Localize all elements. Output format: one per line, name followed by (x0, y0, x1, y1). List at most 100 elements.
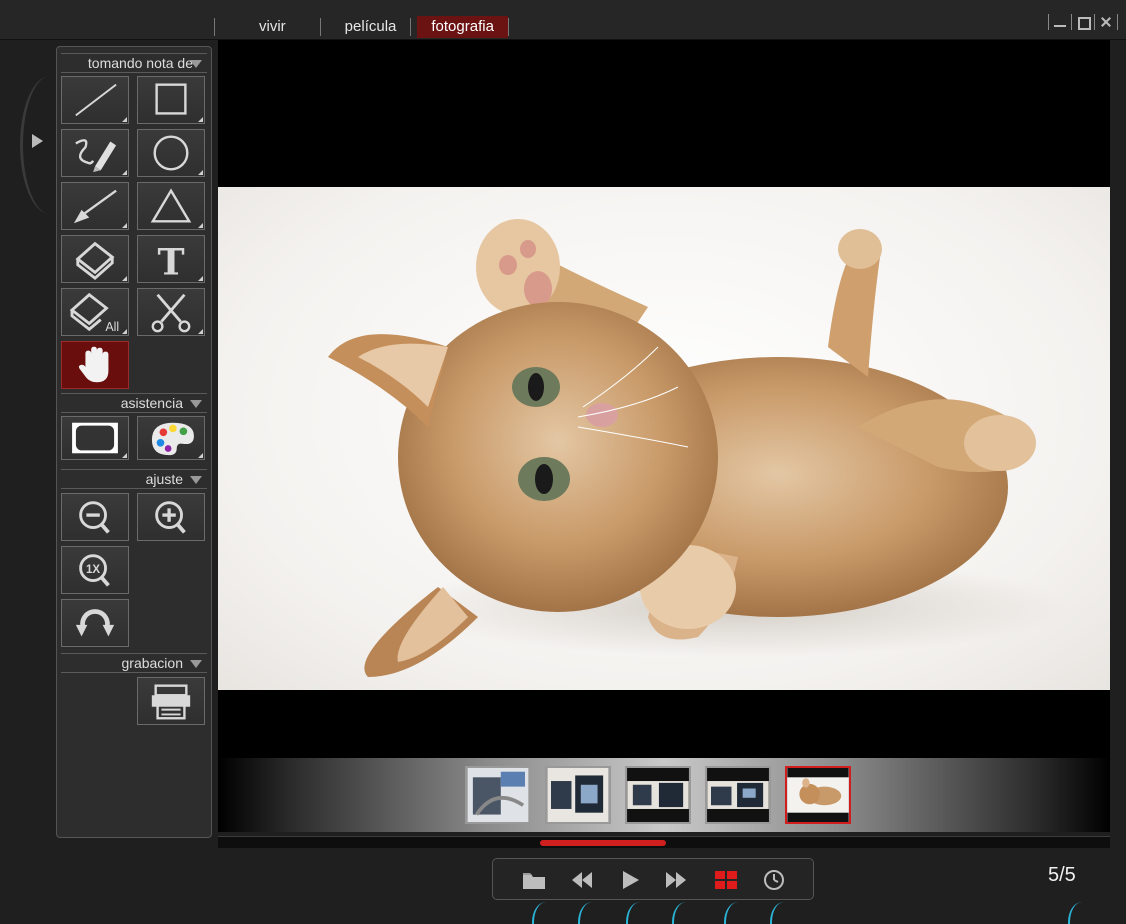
window-control-separator (1048, 14, 1049, 30)
clock-icon (764, 870, 784, 890)
line-icon (75, 83, 117, 117)
maximize-icon[interactable] (1076, 14, 1091, 30)
chevron-down-icon (190, 60, 202, 68)
freehand-tool-button[interactable] (61, 129, 129, 177)
kitten-photo (328, 219, 1068, 677)
thumbnail-photo-1[interactable] (465, 766, 531, 824)
callout-line (1068, 902, 1082, 924)
next-button[interactable] (663, 869, 689, 891)
text-icon: T (157, 240, 184, 282)
play-button[interactable] (617, 869, 643, 891)
rectangle-icon (155, 83, 187, 115)
eraser-all-icon: All (69, 292, 119, 334)
thumbnail-image (787, 768, 849, 822)
section-label: grabacion (121, 655, 184, 671)
rotate-button[interactable] (61, 599, 129, 647)
thumbnail-image (467, 768, 529, 822)
circle-icon (153, 135, 189, 171)
eraser-all-tool-button[interactable]: All (61, 288, 129, 336)
chevron-down-icon (190, 660, 202, 668)
text-tool-button[interactable]: T (137, 235, 205, 283)
photo-viewer[interactable] (218, 40, 1110, 758)
callout-line (626, 902, 640, 924)
palette-icon (151, 422, 194, 456)
arrow-tool-button[interactable] (61, 182, 129, 230)
section-header-assistance[interactable]: asistencia (61, 393, 207, 413)
main-photo (218, 187, 1110, 690)
thumbnail-image (627, 768, 689, 822)
chevron-down-icon (190, 476, 202, 484)
triangle-icon (150, 188, 192, 223)
pencil-icon (75, 139, 117, 173)
thumbnail-photo-3[interactable] (625, 766, 691, 824)
folder-icon (523, 873, 545, 889)
triangle-tool-button[interactable] (137, 182, 205, 230)
hand-icon (78, 346, 109, 383)
print-button[interactable] (137, 677, 205, 725)
open-folder-button[interactable] (521, 869, 547, 891)
ellipse-tool-button[interactable] (137, 129, 205, 177)
spotlight-icon (72, 422, 118, 454)
fast-forward-icon (666, 872, 686, 888)
section-label: tomando nota de (87, 55, 193, 71)
eraser-icon (75, 241, 115, 281)
zoom-in-button[interactable] (137, 493, 205, 541)
tab-separator (410, 18, 412, 36)
spotlight-tool-button[interactable] (61, 416, 129, 460)
tab-vivir[interactable]: vivir (215, 16, 320, 38)
thumbnail-image (547, 768, 609, 822)
printer-icon (151, 684, 191, 720)
tab-separator (507, 18, 509, 36)
color-palette-button[interactable] (137, 416, 205, 460)
chevron-down-icon (190, 400, 202, 408)
window-control-separator (1071, 14, 1072, 30)
line-tool-button[interactable] (61, 76, 129, 124)
window-control-separator (1117, 14, 1118, 30)
rotate-icon (75, 609, 115, 637)
zoom-1x-icon: 1X (79, 554, 110, 587)
callout-line (770, 902, 784, 924)
svg-text:T: T (157, 240, 184, 282)
thumbnail-photo-2[interactable] (545, 766, 611, 824)
photo-counter: 5/5 (1048, 864, 1076, 886)
section-header-annotation[interactable]: tomando nota de (61, 53, 207, 73)
thumbnail-strip (218, 758, 1110, 832)
callout-line (724, 902, 738, 924)
section-label: asistencia (120, 395, 183, 411)
section-header-adjust[interactable]: ajuste (61, 469, 207, 489)
previous-button[interactable] (569, 869, 595, 891)
timer-button[interactable] (761, 869, 787, 891)
zoom-actual-size-button[interactable]: 1X (61, 546, 129, 594)
svg-text:All: All (105, 320, 119, 334)
callout-line (532, 902, 546, 924)
mode-tabs: vivir película fotografia (214, 16, 509, 38)
tool-panel: tomando nota de T All asistencia ajuste … (56, 46, 212, 838)
eraser-tool-button[interactable] (61, 235, 129, 283)
close-icon[interactable] (1099, 14, 1113, 30)
zoom-out-icon (79, 501, 110, 534)
svg-text:1X: 1X (86, 564, 100, 576)
cut-tool-button[interactable] (137, 288, 205, 336)
hand-tool-button[interactable] (61, 341, 129, 389)
minimize-icon[interactable] (1053, 14, 1067, 30)
thumbnail-list (465, 766, 851, 824)
rewind-icon (572, 872, 592, 888)
section-header-recording[interactable]: grabacion (61, 653, 207, 673)
thumbnail-photo-5[interactable] (785, 766, 851, 824)
thumbnail-scrollbar[interactable] (218, 836, 1110, 848)
scrollbar-thumb[interactable] (540, 840, 666, 846)
thumbnail-photo-4[interactable] (705, 766, 771, 824)
window-control-separator (1094, 14, 1095, 30)
tab-fotografia[interactable]: fotografia (417, 16, 508, 38)
playback-controls (492, 858, 814, 900)
grid-view-button[interactable] (713, 869, 739, 891)
zoom-out-button[interactable] (61, 493, 129, 541)
expand-panel-arrow-icon[interactable] (32, 134, 43, 148)
title-bar: vivir película fotografia (0, 0, 1126, 40)
zoom-in-icon (155, 501, 186, 534)
play-icon (623, 871, 639, 889)
arrow-icon (73, 189, 117, 224)
rectangle-tool-button[interactable] (137, 76, 205, 124)
tab-pelicula[interactable]: película (321, 16, 411, 38)
callout-line (672, 902, 686, 924)
